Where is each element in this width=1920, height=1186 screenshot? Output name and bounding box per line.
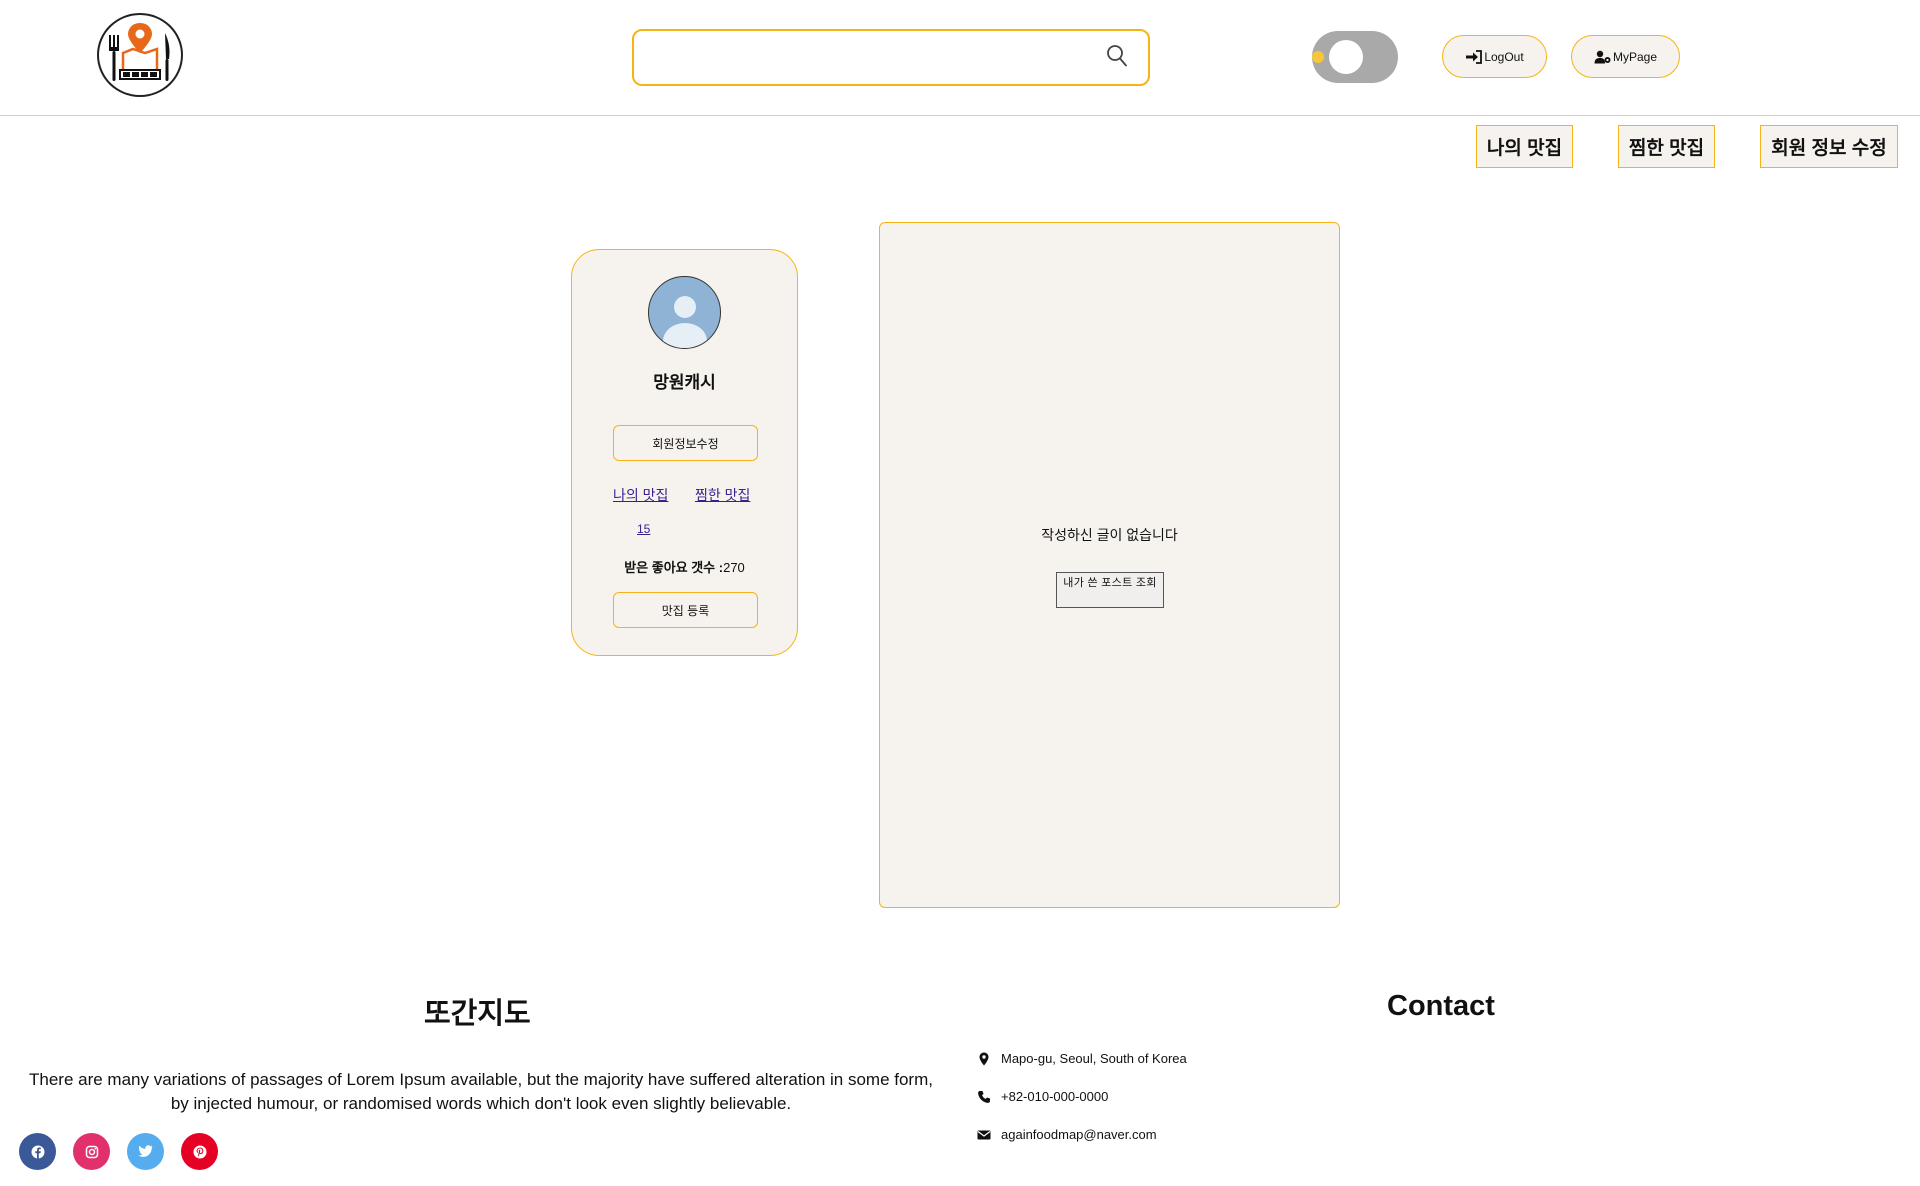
contact-title: Contact xyxy=(1387,990,1495,1022)
theme-toggle[interactable] xyxy=(1312,31,1398,83)
toggle-knob[interactable] xyxy=(1329,40,1363,74)
nav-edit-profile-label: 회원 정보 수정 xyxy=(1771,138,1887,159)
facebook-glyph-icon xyxy=(31,1145,44,1158)
likes-label: 받은 좋아요 갯수 : xyxy=(624,560,724,575)
instagram-icon[interactable] xyxy=(73,1133,110,1170)
mypage-button[interactable]: MyPage xyxy=(1571,35,1680,78)
my-places-count[interactable]: 15 xyxy=(637,522,650,536)
facebook-icon[interactable] xyxy=(19,1133,56,1170)
twitter-glyph-icon xyxy=(138,1145,153,1157)
pinterest-icon[interactable] xyxy=(181,1133,218,1170)
location-pin-icon xyxy=(979,1052,989,1065)
pinterest-glyph-icon xyxy=(193,1145,206,1158)
nav-edit-profile[interactable]: 회원 정보 수정 xyxy=(1760,125,1898,168)
phone-icon xyxy=(978,1090,990,1103)
my-places-link[interactable]: 나의 맛집 xyxy=(613,485,668,505)
envelope-icon xyxy=(977,1130,991,1139)
edit-profile-button-label: 회원정보수정 xyxy=(652,436,719,451)
user-gear-icon xyxy=(1594,50,1611,63)
twitter-icon[interactable] xyxy=(127,1133,164,1170)
register-place-button[interactable]: 맛집 등록 xyxy=(613,592,758,628)
contact-phone: +82-010-000-0000 xyxy=(977,1089,1108,1104)
profile-card: 망원캐시 회원정보수정 나의 맛집 찜한 맛집 15 받은 좋아요 갯수 :27… xyxy=(571,249,798,656)
logo[interactable] xyxy=(97,13,183,97)
login-arrow-icon xyxy=(1466,49,1483,64)
contact-email: againfoodmap@naver.com xyxy=(977,1127,1157,1142)
search-box[interactable] xyxy=(632,29,1150,86)
likes-received: 받은 좋아요 갯수 :270 xyxy=(572,557,797,576)
nav-liked-places[interactable]: 찜한 맛집 xyxy=(1618,125,1715,168)
instagram-glyph-icon xyxy=(85,1145,98,1158)
mypage-label: MyPage xyxy=(1612,49,1658,64)
search-input[interactable] xyxy=(648,41,1092,75)
logout-label: LogOut xyxy=(1484,49,1524,64)
logout-button[interactable]: LogOut xyxy=(1442,35,1547,78)
contact-address-text: Mapo-gu, Seoul, South of Korea xyxy=(1001,1051,1187,1066)
avatar xyxy=(648,276,721,349)
posts-panel: 작성하신 글이 없습니다 내가 쓴 포스트 조회 xyxy=(879,222,1340,908)
logo-icon xyxy=(109,23,170,81)
username: 망원캐시 xyxy=(653,373,716,392)
user-avatar-icon xyxy=(663,296,707,348)
contact-email-text[interactable]: againfoodmap@naver.com xyxy=(1001,1127,1157,1142)
edit-profile-button[interactable]: 회원정보수정 xyxy=(613,425,758,461)
footer-description: There are many variations of passages of… xyxy=(29,1070,933,1113)
nav-liked-places-label: 찜한 맛집 xyxy=(1628,138,1705,159)
register-place-button-label: 맛집 등록 xyxy=(661,603,710,618)
likes-value: 270 xyxy=(723,560,745,575)
nav-my-places-label: 나의 맛집 xyxy=(1486,138,1563,159)
empty-posts-message: 작성하신 글이 없습니다 xyxy=(1041,527,1178,543)
header: LogOut MyPage xyxy=(0,0,1920,116)
footer-brand: 또간지도 xyxy=(424,998,531,1030)
nav-my-places[interactable]: 나의 맛집 xyxy=(1476,125,1573,168)
contact-address: Mapo-gu, Seoul, South of Korea xyxy=(977,1051,1187,1066)
liked-places-link[interactable]: 찜한 맛집 xyxy=(695,485,750,505)
toggle-indicator xyxy=(1312,51,1324,63)
view-my-posts-button[interactable]: 내가 쓴 포스트 조회 xyxy=(1056,572,1164,608)
search-icon[interactable] xyxy=(1106,44,1128,68)
contact-phone-text: +82-010-000-0000 xyxy=(1001,1089,1109,1104)
